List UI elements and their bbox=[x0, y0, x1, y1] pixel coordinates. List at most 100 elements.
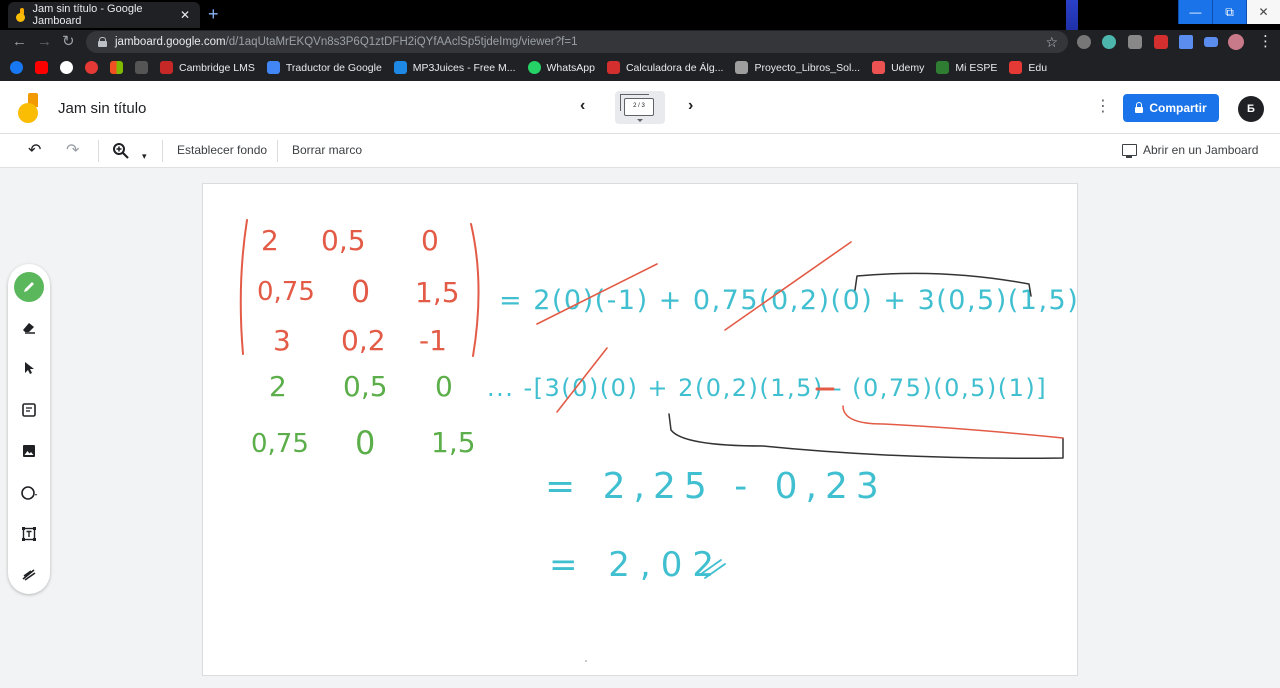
previous-frame-icon[interactable]: ‹ bbox=[580, 97, 585, 115]
text-box-icon bbox=[22, 527, 36, 541]
divider bbox=[162, 140, 163, 162]
bookmark-item[interactable] bbox=[110, 61, 123, 74]
minimize-button[interactable]: — bbox=[1178, 0, 1212, 24]
restore-button[interactable]: ⧉ bbox=[1212, 0, 1246, 24]
bookmark-calculator[interactable]: Calculadora de Álg... bbox=[606, 61, 723, 74]
jam-board-frame[interactable]: 2 0,5 0 0,75 0 1,5 3 0,2 -1 2 0,5 0 0,75… bbox=[202, 183, 1079, 676]
profile-avatar-icon[interactable] bbox=[1228, 34, 1244, 50]
red-matrix-cell: 0,75 bbox=[257, 277, 315, 307]
bookmark-espe[interactable]: Mi ESPE bbox=[936, 61, 997, 74]
url-input[interactable]: jamboard.google.com/d/1aqUtaMrEKQVn8s3P6… bbox=[86, 31, 1068, 53]
undo-icon[interactable]: ↶ bbox=[28, 142, 41, 160]
laser-tool[interactable] bbox=[14, 560, 44, 590]
extensions-puzzle-icon[interactable] bbox=[1179, 35, 1193, 49]
circle-icon bbox=[21, 486, 37, 500]
bookmarks-bar: Cambridge LMS Traductor de Google MP3Jui… bbox=[0, 54, 1280, 81]
clear-frame-button[interactable]: Borrar marco bbox=[292, 143, 362, 157]
avatar[interactable]: Б bbox=[1238, 96, 1264, 122]
af-icon bbox=[135, 61, 148, 74]
symbolab-icon bbox=[606, 61, 620, 74]
text-box-tool[interactable] bbox=[14, 519, 44, 549]
green-row-cell: 0,75 bbox=[251, 429, 309, 459]
lock-icon bbox=[1135, 101, 1144, 113]
browser-tab[interactable]: Jam sin título - Google Jamboard ✕ bbox=[8, 2, 200, 28]
ink-dot bbox=[585, 660, 587, 662]
lock-icon[interactable] bbox=[98, 37, 107, 47]
bookmark-label: Proyecto_Libros_Sol... bbox=[754, 61, 861, 74]
bookmark-item[interactable] bbox=[60, 61, 73, 74]
bookmark-label: WhatsApp bbox=[546, 61, 595, 74]
bookmark-books[interactable]: Proyecto_Libros_Sol... bbox=[735, 61, 860, 74]
shield-extension-icon[interactable] bbox=[1102, 35, 1116, 49]
bookmark-label: Edu bbox=[1028, 61, 1048, 74]
tab-title: Jam sin título - Google Jamboard bbox=[32, 3, 143, 27]
bookmark-item[interactable] bbox=[10, 61, 23, 74]
bookmark-label: Traductor de Google bbox=[285, 61, 382, 74]
page-title[interactable]: Jam sin título bbox=[58, 100, 146, 117]
image-icon bbox=[23, 445, 35, 457]
more-options-icon[interactable]: ⋮ bbox=[1095, 97, 1111, 117]
next-frame-icon[interactable]: › bbox=[688, 97, 693, 115]
bookmark-whatsapp[interactable]: WhatsApp bbox=[527, 61, 595, 74]
forward-arrow-icon[interactable]: → bbox=[37, 33, 52, 51]
frame-indicator: 2 / 3 bbox=[620, 94, 654, 116]
bookmark-star-icon[interactable]: ☆ bbox=[1045, 34, 1058, 51]
red-matrix-cell: 0 bbox=[421, 224, 439, 257]
bookmark-item[interactable] bbox=[85, 61, 98, 74]
bookmark-cambridge[interactable]: Cambridge LMS bbox=[160, 61, 255, 74]
red-left-bracket bbox=[239, 219, 248, 355]
laser-icon bbox=[22, 569, 36, 581]
zoom-dropdown-icon[interactable]: ▾ bbox=[142, 147, 147, 165]
red-matrix-cell: 1,5 bbox=[415, 276, 460, 309]
red-matrix-cell: 0,5 bbox=[321, 224, 366, 257]
bookmark-item[interactable] bbox=[135, 61, 148, 74]
set-background-button[interactable]: Establecer fondo bbox=[177, 143, 267, 157]
pdf-extension-icon[interactable] bbox=[1154, 35, 1168, 49]
frame-bar-button[interactable]: 2 / 3 bbox=[615, 91, 665, 124]
red-right-bracket bbox=[470, 223, 480, 357]
open-in-jamboard-button[interactable]: Abrir en un Jamboard bbox=[1122, 143, 1258, 158]
pen-tool[interactable] bbox=[14, 272, 44, 302]
green-row-cell: 2 bbox=[269, 370, 287, 403]
skype-extension-icon[interactable] bbox=[1077, 35, 1091, 49]
bookmark-item[interactable] bbox=[35, 61, 48, 74]
red-matrix-cell: 3 bbox=[273, 324, 291, 357]
eraser-tool[interactable] bbox=[14, 312, 44, 342]
select-tool[interactable] bbox=[14, 353, 44, 383]
circle-shape-tool[interactable] bbox=[14, 478, 44, 508]
edu-icon bbox=[1009, 61, 1023, 74]
new-tab-button[interactable]: + bbox=[208, 5, 219, 23]
browser-menu-icon[interactable]: ⋮ bbox=[1258, 33, 1273, 51]
bookmark-label: Udemy bbox=[891, 61, 925, 74]
green-row-cell: 0 bbox=[355, 424, 375, 462]
back-arrow-icon[interactable]: ← bbox=[12, 33, 27, 51]
udemy-icon bbox=[872, 61, 886, 74]
close-window-button[interactable]: ✕ bbox=[1246, 0, 1280, 24]
red-matrix-cell: 0 bbox=[351, 275, 370, 310]
reload-icon[interactable]: ↻ bbox=[62, 33, 75, 51]
black-brace-bottom bbox=[668, 413, 1064, 459]
sticky-note-tool[interactable] bbox=[14, 395, 44, 425]
green-row-cell: 1,5 bbox=[431, 426, 476, 459]
share-button[interactable]: Compartir bbox=[1123, 94, 1219, 122]
bookmark-mp3juices[interactable]: MP3Juices - Free M... bbox=[393, 61, 516, 74]
facebook-icon bbox=[10, 61, 23, 74]
chevron-down-icon bbox=[637, 119, 643, 122]
redo-icon[interactable]: ↷ bbox=[66, 142, 79, 160]
image-tool[interactable] bbox=[14, 436, 44, 466]
monitor-icon bbox=[1122, 144, 1137, 158]
sticky-note-icon bbox=[22, 403, 36, 417]
tab-close-icon[interactable]: ✕ bbox=[180, 8, 190, 22]
media-queue-icon[interactable] bbox=[1204, 37, 1218, 47]
bookmark-label: Mi ESPE bbox=[955, 61, 998, 74]
bookmark-edu[interactable]: Edu bbox=[1009, 61, 1047, 74]
bookmark-udemy[interactable]: Udemy bbox=[872, 61, 924, 74]
zoom-icon[interactable] bbox=[112, 142, 130, 165]
bookmark-translate[interactable]: Traductor de Google bbox=[266, 61, 382, 74]
youtube-music-icon bbox=[85, 61, 98, 74]
address-bar-row: ← → ↻ jamboard.google.com/d/1aqUtaMrEKQV… bbox=[0, 30, 1280, 54]
facebook-extension-icon[interactable] bbox=[1128, 35, 1142, 49]
calc-line-2: ... -[3(0)(0) + 2(0,2)(1,5) - (0,75)(0,5… bbox=[487, 374, 1047, 402]
eraser-icon bbox=[23, 323, 35, 334]
red-brace bbox=[842, 405, 1064, 439]
